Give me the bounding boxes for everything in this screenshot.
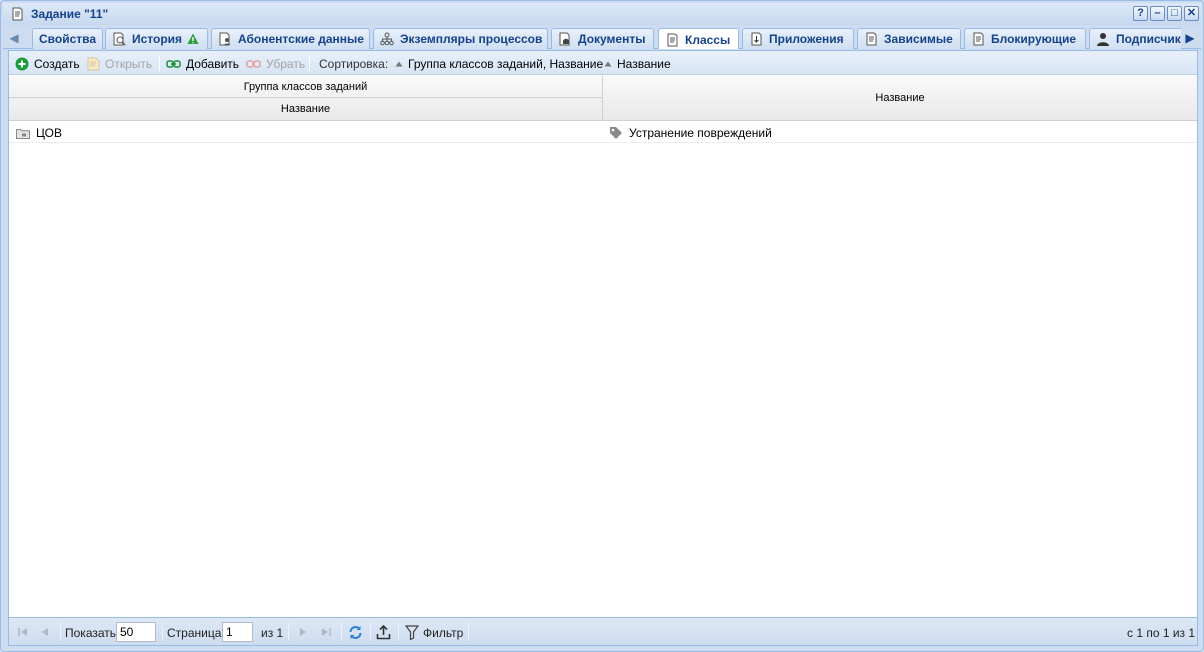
add-circle-icon [15,57,29,70]
show-label: Показать [65,626,117,640]
classes-panel: Создать Открыть Добавить Убрать Сортиров… [8,50,1198,646]
grid-header: Группа классов заданий Название Название [9,76,1197,121]
page-size-input[interactable] [116,622,156,642]
tab-bar: ◀ Свойства История Абонентские данные Эк… [3,26,1201,49]
tab-documents[interactable]: Документы [551,28,654,49]
document-icon [973,32,984,46]
open-label: Открыть [105,56,153,71]
tabs-strip: Свойства История Абонентские данные Экзе… [23,26,1181,49]
sort-label: Сортировка: [319,56,389,71]
open-button[interactable]: Открыть [87,55,152,72]
export-icon[interactable] [375,624,391,640]
sort-option-label: Название [617,56,671,71]
group-name-cell: ЦОВ [16,122,596,143]
sort-ascending-icon [395,61,403,66]
tab-blocking[interactable]: Блокирующие [964,28,1086,49]
page-label: Страница [167,626,222,640]
sort-ascending-icon [604,61,612,66]
create-label: Создать [34,56,80,71]
link-icon [166,59,181,68]
pager-separator [398,623,399,641]
pager-separator [468,623,469,641]
history-icon [113,32,126,46]
documents-icon [559,32,570,46]
add-label: Добавить [186,56,240,71]
tab-label: Абонентские данные [238,32,364,46]
pager-separator [341,623,342,641]
subscriber-icon [219,32,230,46]
name-text: Устранение повреждений [629,125,772,140]
add-link-button[interactable]: Добавить [166,55,239,72]
grid-toolbar: Создать Открыть Добавить Убрать Сортиров… [9,51,1197,75]
tab-classes[interactable]: Классы [658,28,739,49]
pager-separator [162,623,163,641]
tab-label: Блокирующие [991,32,1077,46]
tab-label: Подписчики [1116,32,1181,46]
first-page-icon[interactable] [15,624,31,640]
pager-separator [370,623,371,641]
pager-separator [288,623,289,641]
unlink-icon [246,59,261,68]
toolbar-separator [159,55,160,71]
tab-label: История [132,32,183,46]
create-button[interactable]: Создать [15,55,80,72]
page-count-label: из 1 [261,626,284,640]
attachment-icon [751,32,762,46]
title-bar: Задание "11" ? – □ ✕ [3,3,1201,25]
last-page-icon[interactable] [318,624,334,640]
open-document-icon [87,57,100,70]
document-icon [667,33,678,46]
paging-toolbar: Показать Страница из 1 Фильтр с 1 по 1 и… [8,617,1198,646]
group-column-header[interactable]: Группа классов заданий [9,76,603,98]
task-window: Задание "11" ? – □ ✕ ◀ Свойства История [0,0,1204,652]
tab-attachments[interactable]: Приложения [742,28,854,49]
tag-icon [610,126,622,139]
process-icon [380,32,394,46]
sort-option-label: Группа классов заданий, Название [408,56,604,71]
paging-summary: с 1 по 1 из 1 [1127,626,1196,640]
page-number-input[interactable] [222,622,253,642]
window-title: Задание "11" [31,7,109,21]
group-name-text: ЦОВ [36,125,62,140]
toolbar-separator [309,55,310,71]
tab-scroll-left-icon[interactable]: ◀ [7,29,21,47]
tab-process-instances[interactable]: Экземпляры процессов [373,28,548,49]
tab-scroll-right-icon[interactable]: ▶ [1183,29,1197,47]
tab-label: Классы [685,32,731,47]
warning-icon [187,33,199,44]
name-column-header[interactable]: Название [603,76,1197,120]
tab-label: Документы [578,32,646,46]
tab-dependent[interactable]: Зависимые [857,28,961,49]
filter-button-label[interactable]: Фильтр [423,626,463,640]
name-cell: Устранение повреждений [609,122,1189,143]
refresh-icon[interactable] [347,624,363,640]
tab-subscriber-data[interactable]: Абонентские данные [211,28,370,49]
next-page-icon[interactable] [295,624,311,640]
table-row[interactable]: ЦОВ Устранение повреждений [9,122,1197,143]
sort-option-name[interactable]: Название [604,55,671,72]
tab-label: Экземпляры процессов [400,32,543,46]
help-button[interactable]: ? [1133,6,1148,21]
folder-icon [16,128,30,139]
previous-page-icon[interactable] [37,624,53,640]
group-name-column-header[interactable]: Название [9,98,603,120]
close-button[interactable]: ✕ [1184,6,1199,21]
tab-label: Зависимые [884,32,953,46]
pager-separator [60,623,61,641]
tab-subscribers[interactable]: Подписчики [1089,28,1181,49]
filter-icon[interactable] [404,624,420,640]
maximize-button[interactable]: □ [1167,6,1182,21]
remove-label: Убрать [266,56,306,71]
tab-properties[interactable]: Свойства [32,28,103,49]
remove-link-button[interactable]: Убрать [246,55,305,72]
document-icon [866,32,877,46]
document-icon [12,7,23,21]
minimize-button[interactable]: – [1150,6,1165,21]
tab-label: Свойства [38,32,97,46]
user-icon [1097,33,1109,46]
tab-label: Приложения [769,32,844,46]
tab-history[interactable]: История [105,28,208,49]
sort-option-group-name[interactable]: Группа классов заданий, Название [395,55,603,72]
